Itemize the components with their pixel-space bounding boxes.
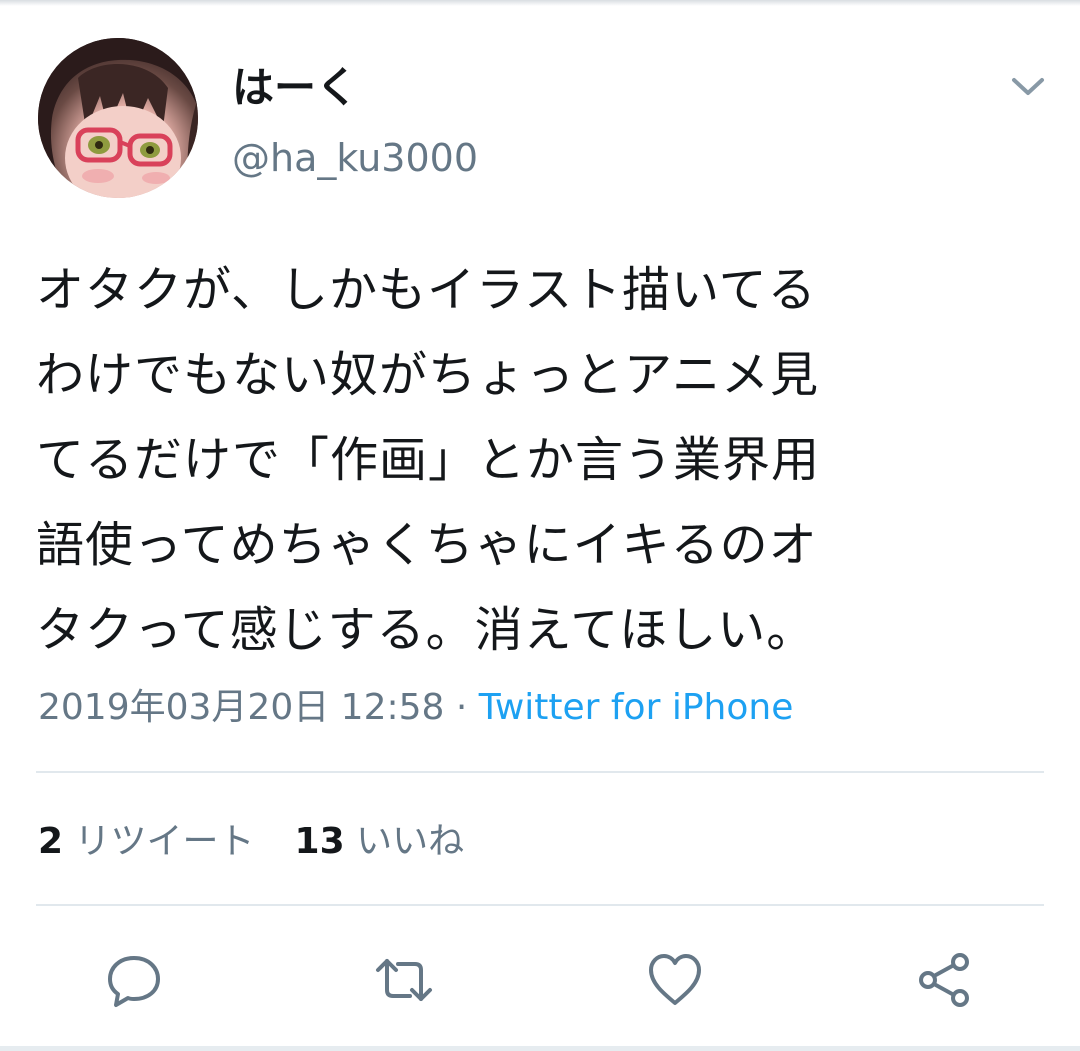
tweet-timestamp[interactable]: 2019年03月20日 12:58	[38, 687, 444, 728]
share-icon[interactable]	[914, 950, 974, 1010]
like-icon[interactable]	[645, 950, 705, 1010]
retweets-label: リツイート	[74, 821, 255, 862]
meta-separator: ·	[444, 687, 479, 728]
tweet-text: オタクが、しかもイラスト描いてる わけでもない奴がちょっとアニメ見 てるだけで「…	[36, 262, 821, 658]
reply-icon[interactable]	[104, 950, 164, 1010]
retweet-icon[interactable]	[374, 950, 434, 1010]
retweets-count: 2	[38, 821, 64, 862]
likes-label: いいね	[356, 821, 465, 862]
chevron-down-icon[interactable]	[1008, 66, 1048, 106]
likes-count: 13	[294, 821, 345, 862]
tweet-source-link[interactable]: Twitter for iPhone	[479, 687, 794, 728]
display-name[interactable]: はーく	[232, 60, 358, 116]
tweet-meta: 2019年03月20日 12:58 · Twitter for iPhone	[38, 682, 793, 734]
user-handle[interactable]: @ha_ku3000	[232, 132, 478, 184]
likes-stat[interactable]: 13 いいね	[295, 821, 465, 862]
tweet-stats: 2 リツイート 13 いいね	[38, 816, 464, 868]
divider	[36, 771, 1044, 773]
bottom-edge	[0, 1046, 1080, 1051]
top-edge	[0, 0, 1080, 6]
retweets-stat[interactable]: 2 リツイート	[38, 821, 255, 862]
divider	[36, 904, 1044, 906]
avatar[interactable]	[38, 38, 198, 198]
